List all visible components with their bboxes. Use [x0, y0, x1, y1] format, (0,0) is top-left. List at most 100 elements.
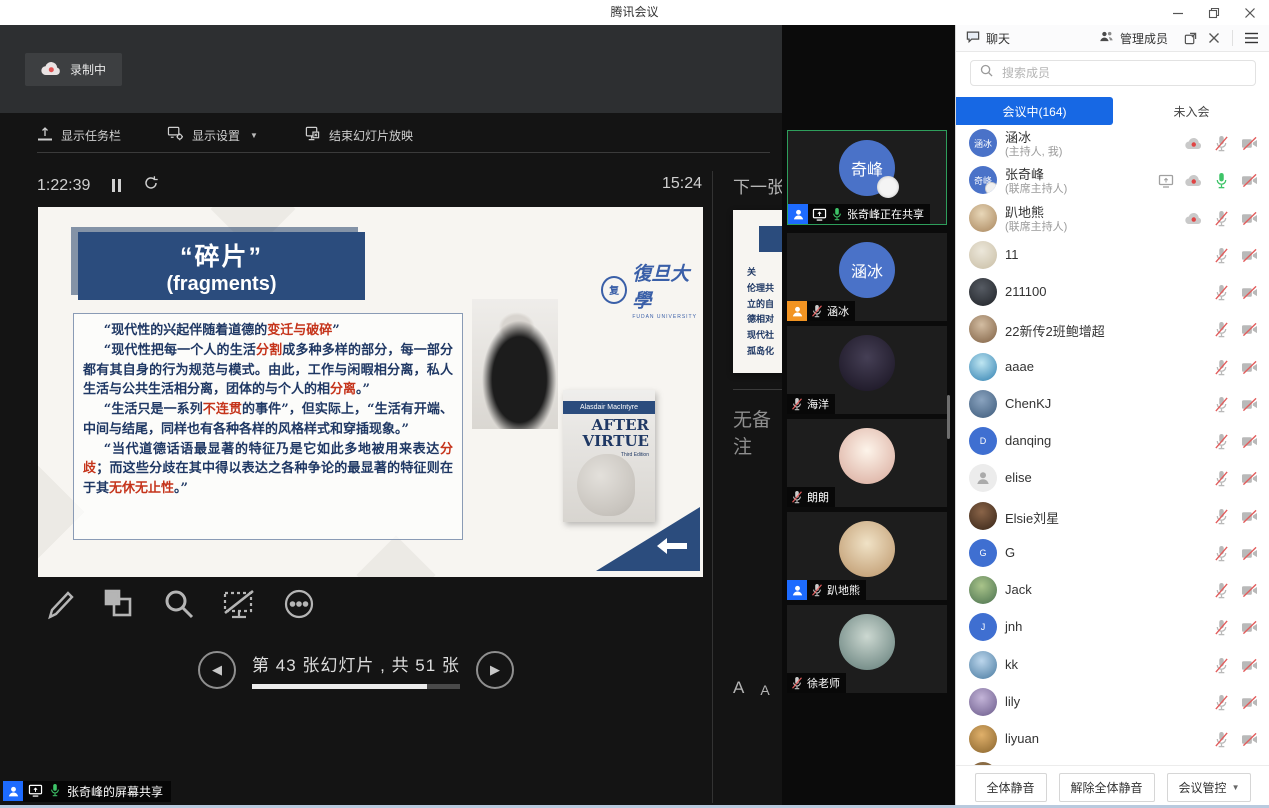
minimize-button[interactable] — [1165, 3, 1191, 23]
member-row[interactable]: 趴地熊(联席主持人) — [956, 200, 1269, 237]
close-panel-icon[interactable] — [1202, 25, 1226, 51]
camera-muted-icon[interactable] — [1241, 359, 1258, 376]
screen-sharing-icon[interactable] — [1157, 172, 1174, 189]
cloud-recording-icon[interactable] — [1185, 210, 1202, 227]
member-row[interactable]: elise — [956, 460, 1269, 497]
screen-share-label: 张奇峰的屏幕共享 — [3, 781, 171, 802]
mic-muted-icon[interactable] — [1213, 210, 1230, 227]
zoom-tool-button[interactable] — [160, 585, 198, 623]
search-input[interactable] — [1000, 65, 1246, 81]
pen-tool-button[interactable] — [40, 585, 78, 623]
member-search-box[interactable] — [970, 60, 1256, 86]
member-row[interactable]: 涵冰涵冰(主持人, 我) — [956, 125, 1269, 162]
pause-timer-button[interactable] — [112, 179, 121, 192]
video-tile[interactable]: 海洋 — [787, 326, 947, 414]
member-row[interactable]: ChenKJ — [956, 386, 1269, 423]
mic-muted-icon[interactable] — [1213, 396, 1230, 413]
member-row[interactable]: liyuan — [956, 721, 1269, 758]
member-role-icon — [787, 580, 807, 600]
member-row[interactable]: 211100 — [956, 274, 1269, 311]
camera-muted-icon[interactable] — [1241, 284, 1258, 301]
camera-muted-icon[interactable] — [1241, 657, 1258, 674]
mic-muted-icon[interactable] — [1213, 582, 1230, 599]
footer-button-2[interactable]: 会议管控▼ — [1167, 773, 1252, 802]
member-list[interactable]: 涵冰涵冰(主持人, 我)奇峰张奇峰(联席主持人)趴地熊(联席主持人)112111… — [956, 125, 1269, 765]
video-tile[interactable]: 奇峰张奇峰正在共享 — [787, 130, 947, 225]
avatar: 奇峰 — [969, 166, 997, 194]
camera-muted-icon[interactable] — [1241, 210, 1258, 227]
cloud-recording-icon[interactable] — [1185, 172, 1202, 189]
mic-muted-icon[interactable] — [1213, 135, 1230, 152]
camera-muted-icon[interactable] — [1241, 545, 1258, 562]
member-row[interactable]: 22新传2班鲍增超 — [956, 311, 1269, 348]
tab-chat[interactable]: 聊天 — [956, 25, 1020, 51]
footer-button-0[interactable]: 全体静音 — [975, 773, 1047, 802]
mic-muted-icon[interactable] — [1213, 545, 1230, 562]
mic-muted-icon[interactable] — [1213, 284, 1230, 301]
mic-muted-icon[interactable] — [1213, 657, 1230, 674]
member-row[interactable]: Elsie刘星 — [956, 498, 1269, 535]
camera-muted-icon[interactable] — [1241, 508, 1258, 525]
camera-muted-icon[interactable] — [1241, 135, 1258, 152]
font-decrease-button[interactable]: A — [760, 682, 769, 698]
more-options-button[interactable] — [280, 585, 318, 623]
mic-muted-icon[interactable] — [1213, 694, 1230, 711]
previous-slide-button[interactable]: ◀ — [198, 651, 236, 689]
mic-muted-icon[interactable] — [1213, 247, 1230, 264]
camera-muted-icon[interactable] — [1241, 172, 1258, 189]
member-row[interactable] — [956, 758, 1269, 765]
panel-footer: 全体静音解除全体静音会议管控▼ — [956, 765, 1269, 808]
camera-muted-icon[interactable] — [1241, 694, 1258, 711]
filter-in-meeting[interactable]: 会议中(164) — [956, 97, 1113, 125]
filter-not-joined[interactable]: 未入会 — [1113, 97, 1269, 125]
member-row[interactable]: GG — [956, 535, 1269, 572]
member-row[interactable]: Ddanqing — [956, 423, 1269, 460]
camera-muted-icon[interactable] — [1241, 321, 1258, 338]
next-slide-button[interactable]: ▶ — [476, 651, 514, 689]
member-row[interactable]: Jjnh — [956, 609, 1269, 646]
video-tile[interactable]: 趴地熊 — [787, 512, 947, 600]
camera-muted-icon[interactable] — [1241, 582, 1258, 599]
footer-button-1[interactable]: 解除全体静音 — [1059, 773, 1155, 802]
member-row[interactable]: lily — [956, 684, 1269, 721]
popout-panel-icon[interactable] — [1178, 25, 1202, 51]
camera-muted-icon[interactable] — [1241, 396, 1258, 413]
member-row[interactable]: 奇峰张奇峰(联席主持人) — [956, 162, 1269, 199]
mic-muted-icon[interactable] — [1213, 619, 1230, 636]
camera-muted-icon[interactable] — [1241, 731, 1258, 748]
panel-menu-icon[interactable] — [1239, 25, 1263, 51]
mic-muted-icon[interactable] — [1213, 508, 1230, 525]
cloud-recording-icon[interactable] — [1185, 135, 1202, 152]
member-row[interactable]: 11 — [956, 237, 1269, 274]
slide-sorter-button[interactable] — [100, 585, 138, 623]
restart-timer-button[interactable] — [143, 175, 159, 196]
font-increase-button[interactable]: A — [733, 678, 744, 698]
black-screen-button[interactable] — [220, 585, 258, 623]
video-tile[interactable]: 徐老师 — [787, 605, 947, 693]
mic-muted-icon[interactable] — [1213, 359, 1230, 376]
camera-muted-icon[interactable] — [1241, 470, 1258, 487]
video-strip-scrollbar[interactable] — [947, 395, 950, 439]
mic-muted-icon[interactable] — [1213, 321, 1230, 338]
video-tile[interactable]: 涵冰涵冰 — [787, 233, 947, 321]
camera-muted-icon[interactable] — [1241, 619, 1258, 636]
presenter-tool-1[interactable]: 显示设置▼ — [167, 126, 258, 144]
video-tile[interactable]: 朗朗 — [787, 419, 947, 507]
restore-button[interactable] — [1201, 3, 1227, 23]
tab-manage-members[interactable]: 管理成员 — [1089, 25, 1178, 51]
member-row[interactable]: Jack — [956, 572, 1269, 609]
camera-muted-icon[interactable] — [1241, 247, 1258, 264]
avatar: G — [969, 539, 997, 567]
mic-muted-icon[interactable] — [1213, 433, 1230, 450]
member-role-icon — [788, 204, 808, 224]
presenter-tool-0[interactable]: 显示任务栏 — [37, 126, 121, 144]
close-window-button[interactable] — [1237, 3, 1263, 23]
presenter-tool-2[interactable]: 结束幻灯片放映 — [304, 126, 413, 144]
mic-muted-icon[interactable] — [1213, 731, 1230, 748]
camera-muted-icon[interactable] — [1241, 433, 1258, 450]
mic-on-icon[interactable] — [1213, 172, 1230, 189]
mic-muted-icon[interactable] — [1213, 470, 1230, 487]
member-row[interactable]: kk — [956, 647, 1269, 684]
member-row[interactable]: aaae — [956, 349, 1269, 386]
shared-screen-top: 录制中 — [0, 25, 782, 113]
